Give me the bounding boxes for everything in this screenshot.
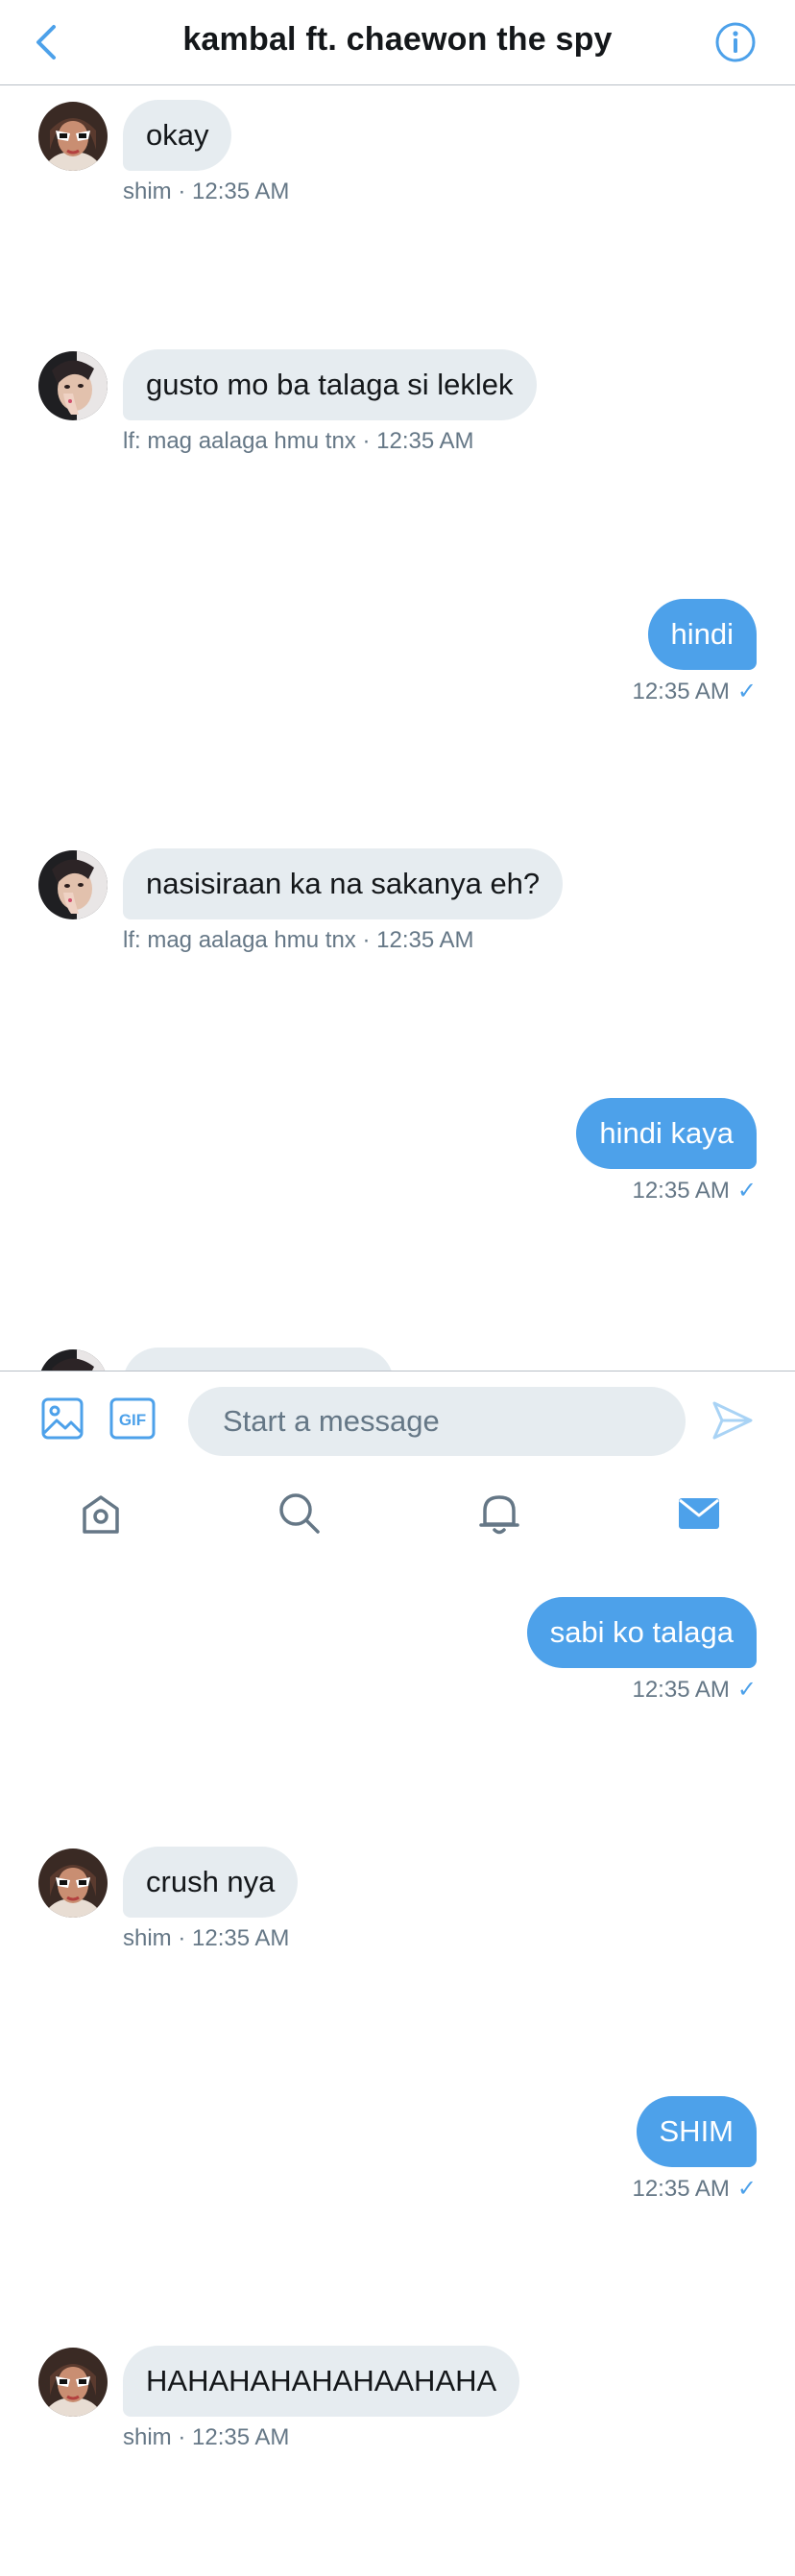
- message-meta-text: 12:35 AM: [632, 2176, 730, 2202]
- message-bubble[interactable]: hindi: [647, 599, 757, 670]
- message-sent: sabi ko talaga 12:35 AM ✓: [0, 1597, 795, 1827]
- message-received: HAHAHAHAHAHAAHAHA shim · 12:35 AM: [0, 2346, 795, 2576]
- message-meta-text: shim · 12:35 AM: [123, 2424, 290, 2450]
- conversation-header: kambal ft. chaewon the spy: [0, 0, 795, 85]
- search-icon: [279, 1493, 320, 1534]
- message-input[interactable]: [188, 1387, 686, 1456]
- message-bubble[interactable]: gusto mo ba talaga si leklek: [123, 349, 537, 420]
- sent-check-icon: ✓: [736, 679, 757, 704]
- gif-label: GIF: [119, 1411, 146, 1429]
- tab-bar: [0, 1467, 795, 1562]
- tab-messages[interactable]: [675, 1490, 723, 1538]
- message-timestamp: 12:35 AM ✓: [632, 678, 757, 705]
- message-bubble[interactable]: hindi kaya: [576, 1098, 757, 1169]
- sent-check-icon: ✓: [736, 2176, 757, 2202]
- message-composer: GIF: [0, 1371, 795, 1467]
- tab-notifications[interactable]: [475, 1490, 523, 1538]
- avatar[interactable]: [38, 351, 108, 420]
- message-timestamp: 12:35 AM ✓: [632, 1676, 757, 1704]
- send-icon: [712, 1401, 753, 1440]
- add-gif-button[interactable]: GIF: [109, 1396, 156, 1441]
- message-bubble[interactable]: HAHAHAHAHAHAAHAHA: [123, 2346, 520, 2417]
- avatar[interactable]: [38, 850, 108, 919]
- add-photo-button[interactable]: [40, 1396, 84, 1441]
- tab-home[interactable]: [77, 1490, 125, 1538]
- sent-check-icon: ✓: [736, 1178, 757, 1204]
- message-timestamp: shim · 12:35 AM: [123, 2424, 289, 2451]
- sent-check-icon: ✓: [736, 1677, 757, 1703]
- message-timestamp: 12:35 AM ✓: [632, 2175, 757, 2203]
- message-meta-text: lf: mag aalaga hmu tnx · 12:35 AM: [123, 927, 474, 953]
- image-icon: [41, 1397, 84, 1440]
- avatar[interactable]: [38, 1849, 108, 1918]
- message-timestamp: shim · 12:35 AM: [123, 1925, 289, 1952]
- message-received: crush nya shim · 12:35 AM: [0, 1847, 795, 2077]
- message-received: gusto mo ba talaga si leklek lf: mag aala…: [0, 349, 795, 580]
- message-meta-text: shim · 12:35 AM: [123, 1925, 290, 1951]
- conversation-title: kambal ft. chaewon the spy: [182, 21, 613, 58]
- tab-search[interactable]: [276, 1490, 324, 1538]
- message-bubble[interactable]: okay: [123, 100, 232, 171]
- message-timestamp: shim · 12:35 AM: [123, 179, 289, 205]
- message-received: nasisiraan ka na sakanya eh? lf: mag aala…: [0, 848, 795, 1079]
- message-sent: hindi 12:35 AM ✓: [0, 599, 795, 829]
- info-button[interactable]: [714, 21, 757, 63]
- message-sent: hindi kaya 12:35 AM ✓: [0, 1098, 795, 1328]
- avatar[interactable]: [38, 102, 108, 171]
- message-meta-text: shim · 12:35 AM: [123, 179, 290, 204]
- message-bubble[interactable]: SHIM: [636, 2096, 757, 2167]
- message-timestamp: lf: mag aalaga hmu tnx · 12:35 AM: [123, 428, 474, 455]
- message-timestamp: 12:35 AM ✓: [632, 1177, 757, 1205]
- message-timestamp: lf: mag aalaga hmu tnx · 12:35 AM: [123, 927, 474, 954]
- message-bubble[interactable]: crush nya: [123, 1847, 299, 1918]
- message-received: okay shim · 12:35 AM: [0, 100, 795, 330]
- message-meta-text: 12:35 AM: [632, 679, 730, 704]
- message-bubble[interactable]: nasisiraan ka na sakanya eh?: [123, 848, 564, 919]
- avatar[interactable]: [38, 2348, 108, 2417]
- mail-icon: [679, 1498, 719, 1529]
- message-sent: SHIM 12:35 AM ✓: [0, 2096, 795, 2326]
- message-meta-text: 12:35 AM: [632, 1178, 730, 1204]
- home-icon: [83, 1495, 119, 1534]
- bell-icon: [479, 1495, 519, 1535]
- message-bubble[interactable]: sabi ko talaga: [526, 1597, 757, 1668]
- message-meta-text: lf: mag aalaga hmu tnx · 12:35 AM: [123, 428, 474, 454]
- send-button[interactable]: [711, 1398, 755, 1443]
- gif-icon: GIF: [109, 1397, 156, 1440]
- info-icon: [715, 22, 756, 62]
- message-meta-text: 12:35 AM: [632, 1677, 730, 1703]
